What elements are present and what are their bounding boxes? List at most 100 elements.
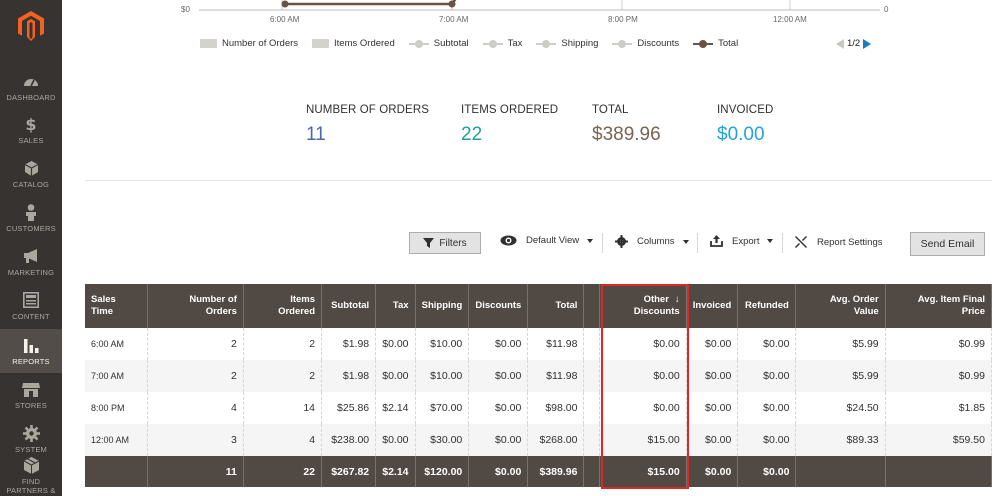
table-row[interactable]: 7:00 AM 2 2 $1.98 $0.00 $10.00 $0.00 $11.98 $0.0…: [85, 360, 993, 392]
legend-pager: 1/2: [836, 38, 872, 49]
sidebar-item-find-partners-extensions[interactable]: FIND PARTNERS & EXTENSIONS: [0, 456, 62, 496]
column-header[interactable]: Tax: [375, 284, 416, 328]
table-row[interactable]: 8:00 PM 4 14 $25.86 $2.14 $70.00 $0.00 $98.00 $0…: [85, 392, 993, 424]
sidebar-item-dashboard[interactable]: DASHBOARD: [0, 65, 62, 109]
legend-swatch: [312, 39, 330, 48]
table-footer-cell: $15.00: [599, 456, 687, 487]
column-header[interactable]: Invoiced: [686, 284, 739, 328]
columns-dropdown[interactable]: Columns: [615, 235, 689, 248]
content-icon: [23, 292, 39, 309]
legend-swatch: [408, 39, 429, 48]
legend-item-items[interactable]: Items Ordered: [312, 38, 395, 49]
export-dropdown[interactable]: Export: [710, 235, 774, 247]
table-cell: $238.00: [321, 424, 377, 456]
legend-item-subtotal[interactable]: Subtotal: [408, 38, 469, 49]
legend-label: Tax: [507, 38, 523, 49]
report-settings-button[interactable]: Report Settings: [794, 235, 882, 249]
table-cell: 7:00 AM: [85, 360, 148, 392]
table-cell: $268.00: [527, 424, 585, 456]
legend-item-shipping[interactable]: Shipping: [536, 38, 598, 49]
column-header-label: Other: [643, 294, 669, 305]
chart-legend: Number of Orders Items Ordered Subtotal …: [200, 38, 738, 49]
column-header[interactable]: Total: [527, 284, 585, 328]
table-cell: $1.85: [885, 392, 993, 424]
legend-swatch: [612, 39, 633, 48]
table-footer-cell: $267.82: [321, 456, 377, 487]
column-header[interactable]: Items Ordered: [243, 284, 323, 328]
export-icon: [710, 235, 723, 247]
table-row[interactable]: 12:00 AM 3 4 $238.00 $0.00 $30.00 $0.00 $268.00…: [85, 424, 993, 456]
legend-label: Number of Orders: [222, 38, 299, 49]
legend-label: Discounts: [637, 38, 680, 49]
sidebar-item-system[interactable]: SYSTEM: [0, 417, 62, 461]
sidebar-item-reports[interactable]: REPORTS: [0, 329, 62, 373]
column-header[interactable]: Number of Orders: [147, 284, 244, 328]
table-cell: $15.00: [599, 424, 687, 456]
send-email-button[interactable]: Send Email: [910, 232, 985, 256]
table-cell: 4: [147, 392, 244, 424]
column-header[interactable]: Sales Time: [85, 284, 148, 328]
total-label: NUMBER OF ORDERS: [306, 104, 429, 116]
legend-item-total[interactable]: Total: [693, 38, 738, 49]
table-footer-cell: 22: [243, 456, 323, 487]
cubes-icon: [23, 456, 40, 474]
column-header[interactable]: Shipping: [415, 284, 470, 328]
report-settings-label: Report Settings: [817, 236, 883, 248]
table-cell: 2: [243, 360, 323, 392]
table-cell: $0.00: [375, 424, 416, 456]
table-cell: [583, 360, 601, 392]
table-row[interactable]: 6:00 AM 2 2 $1.98 $0.00 $10.00 $0.00 $11.98 $0.0…: [85, 328, 993, 360]
sidebar-item-label: DASHBOARD: [6, 92, 56, 102]
column-header-label: Avg. Item Final: [917, 294, 985, 305]
legend-swatch: [693, 39, 714, 48]
column-header[interactable]: Subtotal: [321, 284, 377, 328]
table-cell: $89.33: [795, 424, 886, 456]
table-cell: $25.86: [321, 392, 377, 424]
legend-item-orders[interactable]: Number of Orders: [200, 38, 298, 49]
sidebar-item-catalog[interactable]: CATALOG: [0, 152, 62, 196]
sidebar-item-label: STORES: [15, 400, 47, 410]
prev-page-icon[interactable]: [836, 38, 844, 49]
next-page-icon[interactable]: [863, 38, 872, 49]
table-cell: $11.98: [527, 360, 585, 392]
table-cell: $5.99: [795, 328, 886, 360]
x-tick-label: 12:00 AM: [773, 15, 807, 24]
total-amount: TOTAL $389.96: [592, 104, 717, 146]
default-view-dropdown[interactable]: Default View: [500, 235, 594, 246]
column-header[interactable]: Discounts: [468, 284, 529, 328]
table-cell: $0.00: [737, 360, 797, 392]
column-header[interactable]: Other ↓ Discounts: [599, 284, 687, 328]
table-footer-cell: [885, 456, 993, 487]
store-icon: [22, 381, 40, 398]
column-header[interactable]: Avg. Item Final Price: [885, 284, 993, 328]
column-header[interactable]: Avg. Order Value: [795, 284, 886, 328]
legend-item-discounts[interactable]: Discounts: [612, 38, 679, 49]
total-value: $389.96: [592, 124, 661, 145]
table-cell: $5.99: [795, 360, 886, 392]
table-cell: [583, 424, 601, 456]
table-header-row: Sales Time Number of Orders Items Ordered Subt…: [85, 284, 993, 328]
table-cell: $0.00: [737, 328, 797, 360]
sidebar-item-sales[interactable]: $ SALES: [0, 108, 62, 152]
sidebar-item-label: SALES: [18, 135, 44, 145]
filters-button[interactable]: Filters: [409, 232, 481, 254]
bar-chart-icon: [23, 337, 39, 354]
table-footer-cell: $120.00: [415, 456, 470, 487]
export-label: Export: [732, 235, 760, 247]
column-header-label: Discounts: [633, 306, 680, 317]
person-icon: [25, 203, 37, 221]
column-header[interactable]: [583, 284, 601, 328]
sidebar-item-stores[interactable]: STORES: [0, 373, 62, 417]
column-header[interactable]: Refunded: [737, 284, 797, 328]
column-header-label: Tax: [392, 300, 409, 311]
table-cell: $0.00: [599, 392, 687, 424]
sidebar-item-content[interactable]: CONTENT: [0, 284, 62, 328]
table-cell: $0.00: [599, 360, 687, 392]
legend-item-tax[interactable]: Tax: [482, 38, 523, 49]
table-footer-cell: $0.00: [686, 456, 739, 487]
column-header-label: Avg. Order: [829, 294, 879, 305]
table-cell: $0.00: [468, 424, 529, 456]
table-cell: 2: [147, 360, 244, 392]
magento-logo[interactable]: [0, 0, 62, 52]
table-footer-cell: $2.14: [375, 456, 416, 487]
